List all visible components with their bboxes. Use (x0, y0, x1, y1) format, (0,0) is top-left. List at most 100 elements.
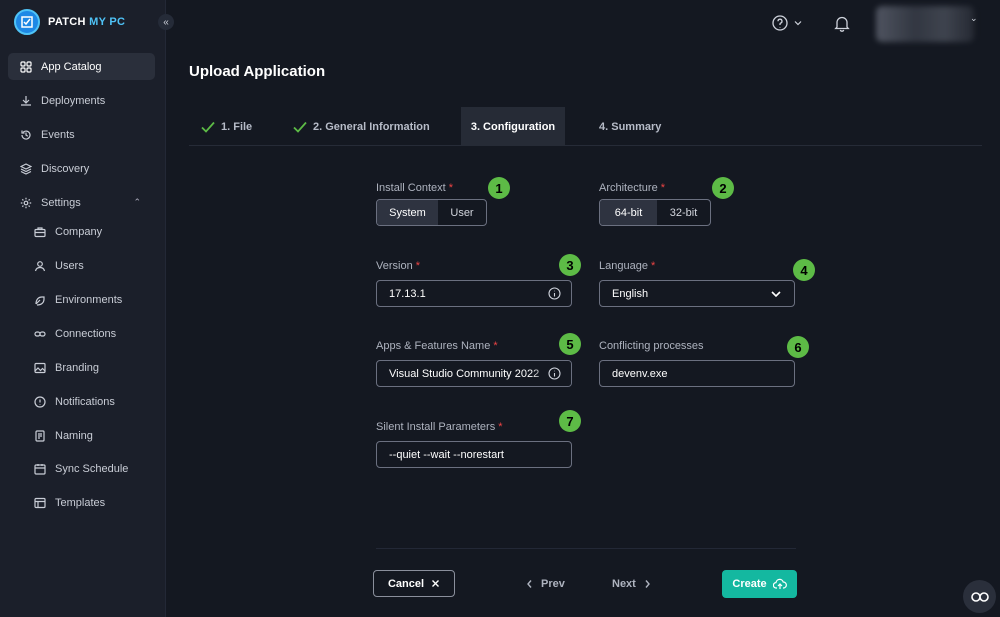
notification-icon (34, 395, 46, 408)
sidebar-item-label: Sync Schedule (55, 462, 129, 475)
link-icon (34, 330, 46, 337)
sidebar-item-sync-schedule[interactable]: Sync Schedule (22, 455, 154, 482)
chevron-down-icon (771, 291, 781, 298)
sidebar-item-branding[interactable]: Branding (22, 354, 154, 381)
user-profile-menu[interactable] (876, 6, 974, 42)
architecture-64bit-option[interactable]: 64-bit (600, 200, 657, 225)
callout-badge: 2 (712, 177, 734, 199)
sidebar-item-label: Templates (55, 496, 106, 509)
sidebar: PATCH MY PC App Catalog Deployments Even… (0, 0, 166, 617)
create-button-label: Create (732, 578, 767, 590)
help-icon (772, 15, 788, 31)
tab-summary[interactable]: 4. Summary (599, 107, 661, 146)
sidebar-item-discovery[interactable]: Discovery (8, 155, 155, 182)
sidebar-item-users[interactable]: Users (22, 252, 154, 279)
download-icon (21, 95, 31, 106)
tab-file[interactable]: 1. File (201, 107, 252, 146)
cancel-button-label: Cancel (387, 577, 425, 590)
conflicting-processes-label: Conflicting processes (599, 340, 704, 352)
notifications-button[interactable] (834, 15, 850, 37)
sidebar-item-label: Company (55, 225, 103, 238)
tab-label: 2. General Information (313, 120, 430, 133)
sidebar-item-events[interactable]: Events (8, 121, 155, 148)
chevron-right-icon (645, 579, 650, 588)
sidebar-item-label: Deployments (41, 94, 106, 107)
footer-divider (376, 548, 796, 549)
version-input[interactable]: 17.13.1 (376, 280, 572, 307)
apps-features-name-label: Apps & Features Name * (376, 340, 498, 352)
sidebar-item-environments[interactable]: Environments (22, 286, 154, 313)
chat-support-button[interactable] (963, 580, 996, 613)
sidebar-item-app-catalog[interactable]: App Catalog (8, 53, 155, 80)
architecture-32bit-option[interactable]: 32-bit (657, 200, 710, 225)
tab-label: 1. File (221, 120, 253, 133)
sidebar-item-label: App Catalog (41, 60, 102, 73)
install-context-toggle: System User (376, 199, 487, 226)
sidebar-item-label: Settings (41, 196, 81, 209)
document-icon (35, 429, 45, 442)
page-title: Upload Application (189, 63, 326, 80)
conflicting-processes-value: devenv.exe (612, 367, 668, 380)
language-select[interactable]: English (599, 280, 795, 307)
prev-button-label: Prev (541, 577, 565, 590)
chevron-down-icon[interactable]: ⌄ (970, 13, 978, 24)
bell-icon (834, 16, 850, 32)
chevrons-left-icon: « (163, 16, 169, 28)
create-button[interactable]: Create (722, 570, 797, 598)
history-icon (21, 129, 31, 140)
install-context-label: Install Context * (376, 182, 453, 194)
wizard-steps: 1. File 2. General Information 3. Config… (189, 107, 982, 146)
briefcase-icon (34, 226, 46, 237)
version-value: 17.13.1 (389, 287, 426, 300)
tab-general-information[interactable]: 2. General Information (293, 107, 430, 146)
silent-install-parameters-label: Silent Install Parameters * (376, 421, 503, 433)
close-icon (432, 580, 440, 587)
install-context-user-option[interactable]: User (438, 200, 486, 225)
next-button-label: Next (612, 577, 636, 590)
brand-name: PATCH MY PC (48, 16, 126, 28)
help-menu[interactable] (772, 15, 802, 31)
install-context-system-option[interactable]: System (377, 200, 438, 225)
sidebar-item-label: Events (41, 128, 75, 141)
language-value: English (612, 287, 649, 300)
gear-icon (20, 197, 32, 208)
info-icon[interactable] (548, 367, 561, 380)
environment-icon (35, 295, 45, 306)
next-button[interactable]: Next (612, 570, 651, 597)
sidebar-item-label: Naming (55, 429, 93, 442)
chevron-up-icon: ⌃ (133, 197, 141, 207)
silent-install-parameters-input[interactable]: --quiet --wait --norestart (376, 441, 572, 468)
chevron-left-icon (527, 579, 532, 588)
language-label: Language * (599, 260, 656, 272)
collapse-sidebar-button[interactable]: « (158, 14, 174, 30)
sidebar-item-company[interactable]: Company (22, 218, 154, 245)
check-icon (201, 121, 215, 133)
apps-features-name-value: Visual Studio Community 2022 (389, 367, 540, 380)
sidebar-item-naming[interactable]: Naming (22, 422, 154, 449)
conflicting-processes-input[interactable]: devenv.exe (599, 360, 795, 387)
chat-icon (970, 591, 989, 602)
sidebar-item-deployments[interactable]: Deployments (8, 87, 155, 114)
chevron-down-icon (794, 21, 802, 26)
tab-configuration[interactable]: 3. Configuration (461, 107, 565, 146)
template-icon (34, 497, 46, 508)
architecture-toggle: 64-bit 32-bit (599, 199, 711, 226)
callout-badge: 1 (488, 177, 510, 199)
sidebar-item-connections[interactable]: Connections (22, 320, 154, 347)
sidebar-item-label: Environments (55, 293, 123, 306)
tab-label: 3. Configuration (470, 120, 556, 133)
apps-features-name-input[interactable]: Visual Studio Community 2022 (376, 360, 572, 387)
sidebar-item-label: Discovery (41, 162, 90, 175)
info-icon[interactable] (548, 287, 561, 300)
prev-button[interactable]: Prev (526, 570, 565, 597)
sidebar-item-notifications[interactable]: Notifications (22, 388, 154, 415)
sidebar-item-templates[interactable]: Templates (22, 489, 154, 516)
calendar-icon (34, 463, 46, 475)
cancel-button[interactable]: Cancel (373, 570, 455, 597)
sidebar-item-label: Branding (55, 361, 100, 374)
sidebar-item-settings[interactable]: Settings ⌃ (8, 189, 155, 216)
callout-badge: 4 (793, 259, 815, 281)
version-label: Version * (376, 260, 420, 272)
callout-badge: 7 (559, 410, 581, 432)
brand-logo[interactable]: PATCH MY PC (14, 9, 125, 35)
